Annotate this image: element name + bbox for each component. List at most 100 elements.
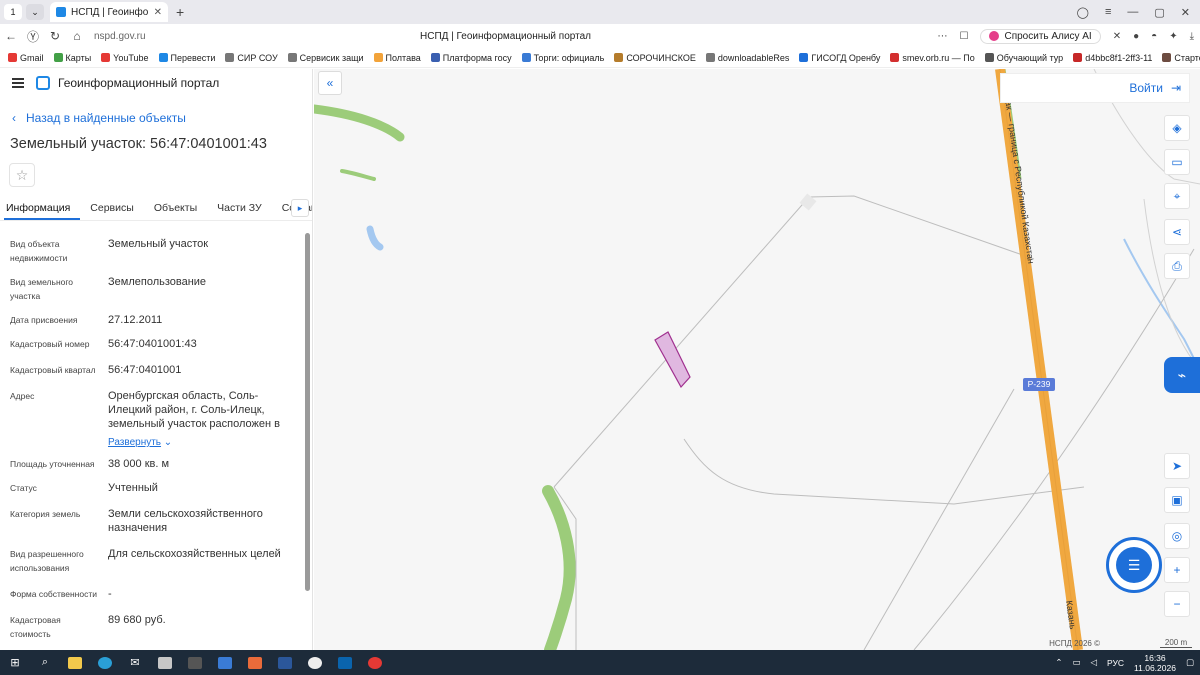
tab-counter[interactable]: 1 xyxy=(4,4,22,20)
app-icon[interactable] xyxy=(150,650,180,675)
favorite-star-icon[interactable]: ☆ xyxy=(9,163,35,187)
bookmark-item[interactable]: Стартовая стран xyxy=(1162,53,1200,63)
scrollbar-thumb[interactable] xyxy=(305,233,310,591)
bookmark-item[interactable]: YouTube xyxy=(101,53,149,63)
yandex-browser-icon[interactable] xyxy=(360,650,390,675)
bookmark-favicon-icon xyxy=(799,53,809,62)
expand-address-link[interactable]: Развернуть ⌄ xyxy=(108,432,172,450)
attribute-key: Вид объекта недвижимости xyxy=(10,239,68,263)
store-icon[interactable] xyxy=(180,650,210,675)
bookmark-item[interactable]: d4bbc8f1-2ff3-11 xyxy=(1073,53,1152,63)
extension-icon[interactable]: ✕ xyxy=(1113,31,1121,42)
bookmark-item[interactable]: СИР СОУ xyxy=(225,53,278,63)
chat-button[interactable]: ☰ xyxy=(1106,537,1162,593)
search-icon[interactable]: ⌕ xyxy=(30,650,60,675)
clock[interactable]: 16:36 11.06.2026 xyxy=(1134,653,1176,673)
windows-start-icon[interactable]: ⊞ xyxy=(0,650,30,675)
extension-icon[interactable]: ● xyxy=(1133,31,1139,42)
file-explorer-icon[interactable] xyxy=(60,650,90,675)
print-icon[interactable]: ⎙ xyxy=(1164,253,1190,279)
notifications-icon[interactable]: ▢ xyxy=(1186,657,1194,668)
hamburger-menu-icon[interactable] xyxy=(12,78,24,88)
app-icon[interactable] xyxy=(240,650,270,675)
tab-0[interactable]: Информация xyxy=(4,197,81,220)
back-icon[interactable]: ← xyxy=(0,29,22,43)
login-button[interactable]: Войти ⇥ xyxy=(1000,73,1190,103)
tab-2[interactable]: Объекты xyxy=(144,197,207,220)
menu-icon[interactable]: ≡ xyxy=(1105,6,1111,19)
yandex-icon[interactable]: Ⓨ xyxy=(22,28,44,45)
word-icon[interactable] xyxy=(270,650,300,675)
url-field[interactable]: nspd.gov.ru xyxy=(94,31,394,42)
puzzle-icon[interactable]: ✦ xyxy=(1169,31,1177,42)
help-widget-icon[interactable]: ⌁ xyxy=(1164,357,1200,393)
bookmark-item[interactable]: Платформа госу xyxy=(430,53,512,63)
collapse-panel-icon[interactable]: « xyxy=(318,71,342,95)
close-window-icon[interactable]: ✕ xyxy=(1181,6,1190,19)
edge-icon[interactable] xyxy=(90,650,120,675)
bookmark-label: Торги: официаль xyxy=(533,52,605,63)
bookmark-label: smev.orb.ru — По xyxy=(902,52,975,63)
bookmark-item[interactable]: Gmail xyxy=(8,53,44,63)
chevron-up-icon[interactable]: ⌃ xyxy=(1055,657,1062,668)
restore-icon[interactable]: ▢ xyxy=(1154,6,1164,19)
map-canvas[interactable]: Акбулак — граница с Республикой Казахста… xyxy=(314,69,1200,650)
bookmark-item[interactable]: Торги: официаль xyxy=(521,52,605,63)
volume-icon[interactable]: ◁ xyxy=(1090,657,1097,668)
bookmark-item[interactable]: downloadableRes xyxy=(705,53,789,63)
select-area-icon[interactable]: ⌖ xyxy=(1164,183,1190,209)
bookmark-item[interactable]: Обучающий тур xyxy=(984,53,1063,63)
tabs-scroll-right-icon[interactable]: ▸ xyxy=(291,199,309,217)
more-icon[interactable]: ⋯ xyxy=(938,31,948,42)
expand-label: Развернуть xyxy=(108,437,162,448)
new-tab-icon[interactable]: + xyxy=(176,4,184,20)
bookmark-item[interactable]: ГИСОГД Оренбу xyxy=(799,53,880,63)
bookmark-item[interactable]: Полтава xyxy=(373,53,421,63)
zoom-out-icon[interactable]: − xyxy=(1164,591,1190,617)
user-icon[interactable]: ◯ xyxy=(1077,6,1089,19)
ruler-icon[interactable]: ▭ xyxy=(1164,149,1190,175)
bookmarks-bar: Gmail Карты YouTube Перевести СИР СОУ Сервиси… xyxy=(0,48,1200,68)
building-shape xyxy=(799,193,817,211)
alice-button[interactable]: Спросить Алису AI xyxy=(980,28,1101,44)
browser-tab[interactable]: НСПД | Геоинформаци ✕ xyxy=(50,2,168,22)
bookmark-item[interactable]: smev.orb.ru — По xyxy=(890,52,975,63)
app-icon[interactable] xyxy=(210,650,240,675)
extension-icon[interactable]: ◓ xyxy=(1151,31,1157,42)
minimap-icon[interactable]: ▣ xyxy=(1164,487,1190,513)
bookmark-icon[interactable]: ☐ xyxy=(960,31,969,42)
chrome-icon[interactable] xyxy=(300,650,330,675)
search-location-icon[interactable]: ◎ xyxy=(1164,523,1190,549)
bookmark-item[interactable]: Карты xyxy=(53,53,91,63)
attribute-key: Дата присвоения xyxy=(10,315,78,325)
bookmark-item[interactable]: СОРОЧИНСКОЕ xyxy=(614,53,696,63)
tab-1[interactable]: Сервисы xyxy=(80,197,144,220)
geolocation-icon[interactable]: ➤ xyxy=(1164,453,1190,479)
close-tab-icon[interactable]: ✕ xyxy=(154,7,162,18)
tab-dropdown-icon[interactable]: ⌄ xyxy=(26,4,44,20)
bookmark-favicon-icon xyxy=(8,53,17,62)
share-icon[interactable]: ⋖ xyxy=(1164,219,1190,245)
attribute-value: 27.12.2011 xyxy=(108,314,163,326)
map-view[interactable]: Акбулак — граница с Республикой Казахста… xyxy=(314,69,1200,650)
land-parcel-polygon[interactable] xyxy=(654,331,691,389)
language-indicator[interactable]: РУС xyxy=(1107,658,1124,668)
layers-icon[interactable]: ◈ xyxy=(1164,115,1190,141)
back-link-label: Назад в найденные объекты xyxy=(26,111,186,125)
minimize-icon[interactable]: — xyxy=(1127,6,1138,19)
outlook-icon[interactable] xyxy=(330,650,360,675)
zoom-in-icon[interactable]: + xyxy=(1164,557,1190,583)
tab-3[interactable]: Части ЗУ xyxy=(207,197,272,220)
network-icon[interactable]: ▭ xyxy=(1072,657,1080,668)
back-to-results-link[interactable]: ‹ Назад в найденные объекты xyxy=(12,111,186,125)
bookmark-item[interactable]: Перевести xyxy=(158,53,215,63)
download-icon[interactable]: ⤓ xyxy=(1190,31,1194,42)
bookmark-favicon-icon xyxy=(53,53,63,62)
login-icon: ⇥ xyxy=(1170,81,1181,95)
bookmark-item[interactable]: Сервисик защи xyxy=(287,53,364,63)
panel-scrollbar[interactable] xyxy=(304,229,310,649)
reload-icon[interactable]: ↻ xyxy=(44,29,66,43)
dirt-road xyxy=(683,438,1085,505)
mail-icon[interactable]: ✉ xyxy=(120,650,150,675)
browser-tab-title: НСПД | Геоинформаци xyxy=(71,6,149,18)
